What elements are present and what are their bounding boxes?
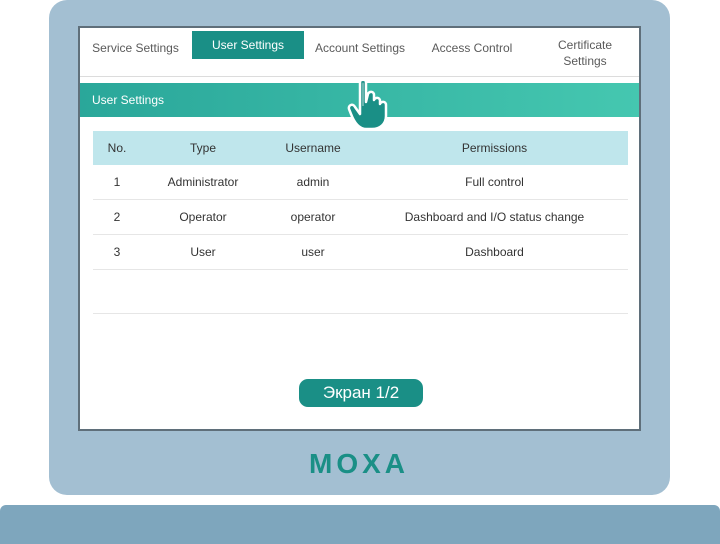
tab-bar: Service Settings User Settings Account S…: [80, 28, 639, 76]
cell-no: 1: [113, 175, 121, 189]
cell-permissions: Dashboard: [465, 245, 524, 259]
cell-username: user: [301, 245, 325, 259]
cell-username: operator: [290, 210, 336, 224]
cell-type: Operator: [179, 210, 227, 224]
cell-no: 2: [113, 210, 121, 224]
table-row[interactable]: 3 User user Dashboard: [93, 235, 628, 270]
page-indicator-badge: Экран 1/2: [299, 379, 423, 407]
tab-user-settings[interactable]: User Settings: [192, 31, 304, 59]
table-row[interactable]: 1 Administrator admin Full control: [93, 165, 628, 200]
logo-text: MOXA: [309, 449, 409, 475]
user-table: No. Type Username Permissions 1 Administ…: [93, 131, 628, 314]
pointing-hand-icon: [347, 78, 388, 131]
tab-certificate-settings[interactable]: Certificate Settings: [550, 37, 620, 69]
cell-type: Administrator: [167, 175, 239, 189]
header-username: Username: [285, 141, 341, 155]
laptop-base: [0, 505, 720, 544]
moxa-logo: MOXA: [309, 449, 409, 475]
table-row[interactable]: 2 Operator operator Dashboard and I/O st…: [93, 200, 628, 235]
section-title: User Settings: [92, 93, 165, 107]
header-type: Type: [189, 141, 216, 155]
cell-type: User: [190, 245, 216, 259]
table-header-row: No. Type Username Permissions: [93, 131, 628, 165]
table-empty-row: [93, 270, 628, 314]
screen: Service Settings User Settings Account S…: [78, 26, 641, 431]
cell-permissions: Dashboard and I/O status change: [404, 210, 585, 224]
cell-username: admin: [296, 175, 330, 189]
tab-access-control[interactable]: Access Control: [416, 33, 528, 63]
tab-account-settings[interactable]: Account Settings: [304, 33, 416, 63]
header-permissions: Permissions: [461, 141, 528, 155]
cell-no: 3: [113, 245, 121, 259]
header-no: No.: [107, 141, 127, 155]
cell-permissions: Full control: [465, 175, 524, 189]
tab-service-settings[interactable]: Service Settings: [80, 33, 191, 63]
